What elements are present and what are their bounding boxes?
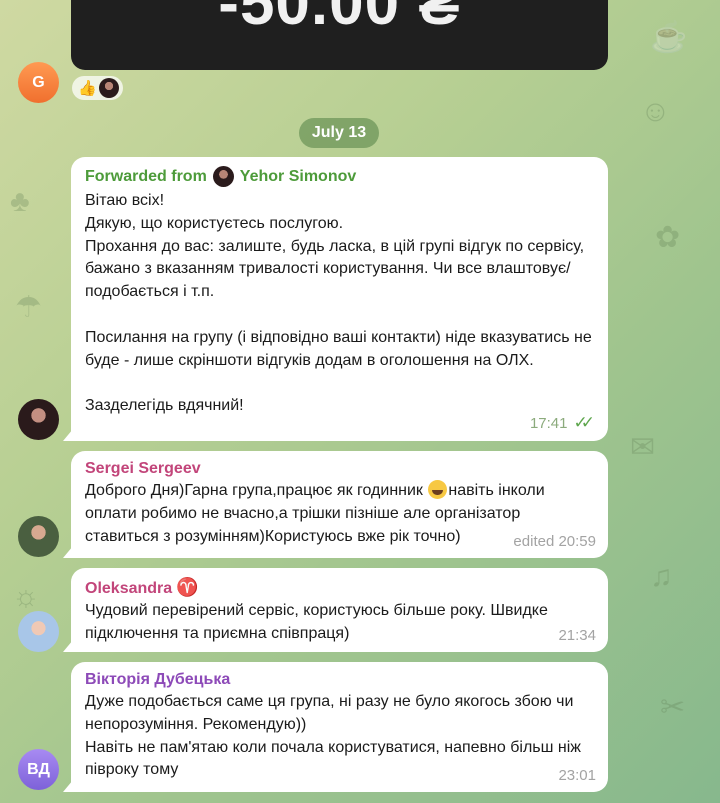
thumbs-up-icon: 👍 <box>78 79 97 97</box>
message-time: 23:01 <box>558 767 596 784</box>
sender-name-row[interactable]: Oleksandra ♈ <box>85 577 594 598</box>
message-meta: edited 20:59 <box>513 533 596 550</box>
avatar-sergei[interactable] <box>18 516 59 557</box>
reaction-thumbs-up[interactable]: 👍 <box>72 76 123 100</box>
payment-message-bubble[interactable]: -50.00 ₴ <box>71 0 608 70</box>
forwarded-header[interactable]: Forwarded from Yehor Simonov <box>85 166 594 187</box>
avatar-oleksandra[interactable] <box>18 611 59 652</box>
forwarded-name[interactable]: Yehor Simonov <box>240 168 356 186</box>
message-meta: 17:41 ✓✓ <box>530 413 596 433</box>
message-text: Дуже подобається саме ця група, ні разу … <box>85 693 581 779</box>
sender-name[interactable]: Oleksandra <box>85 580 172 597</box>
message-oleksandra[interactable]: Oleksandra ♈ Чудовий перевірений сервіс, … <box>71 568 608 652</box>
message-meta: 23:01 <box>558 767 596 784</box>
message-sergei[interactable]: Sergei Sergeev Доброго Дня)Гарна група,п… <box>71 451 608 558</box>
reactor-avatar <box>98 78 119 98</box>
message-text-part1: Доброго Дня)Гарна група,працює як годинн… <box>85 482 428 499</box>
aries-icon: ♈ <box>176 577 199 597</box>
message-time: 21:34 <box>558 627 596 644</box>
message-forwarded[interactable]: Forwarded from Yehor Simonov Вітаю всіх!… <box>71 157 608 441</box>
date-separator: July 13 <box>299 118 379 148</box>
double-check-icon: ✓✓ <box>573 413 595 432</box>
message-reactions[interactable]: 👍 <box>72 76 123 100</box>
avatar-yehor[interactable] <box>18 399 59 440</box>
grinning-sweat-emoji-icon <box>428 480 448 499</box>
avatar-vd[interactable]: ВД <box>18 749 59 790</box>
forwarded-label: Forwarded from <box>85 167 207 185</box>
payment-amount: -50.00 ₴ <box>218 0 461 38</box>
message-text: Чудовий перевірений сервіс, користуюсь б… <box>85 602 553 642</box>
message-time: edited 20:59 <box>513 533 596 550</box>
sender-name[interactable]: Sergei Sergeev <box>85 460 594 478</box>
message-time: 17:41 <box>529 414 568 432</box>
message-viktoriia[interactable]: Вікторія Дубецька Дуже подобається саме … <box>71 662 608 792</box>
message-text: Вітаю всіх! Дякую, що користуєтесь послу… <box>85 192 592 415</box>
message-meta: 21:34 <box>558 627 596 644</box>
sender-name[interactable]: Вікторія Дубецька <box>85 671 594 689</box>
forwarded-avatar <box>212 166 234 187</box>
avatar-g[interactable]: G <box>18 62 59 103</box>
